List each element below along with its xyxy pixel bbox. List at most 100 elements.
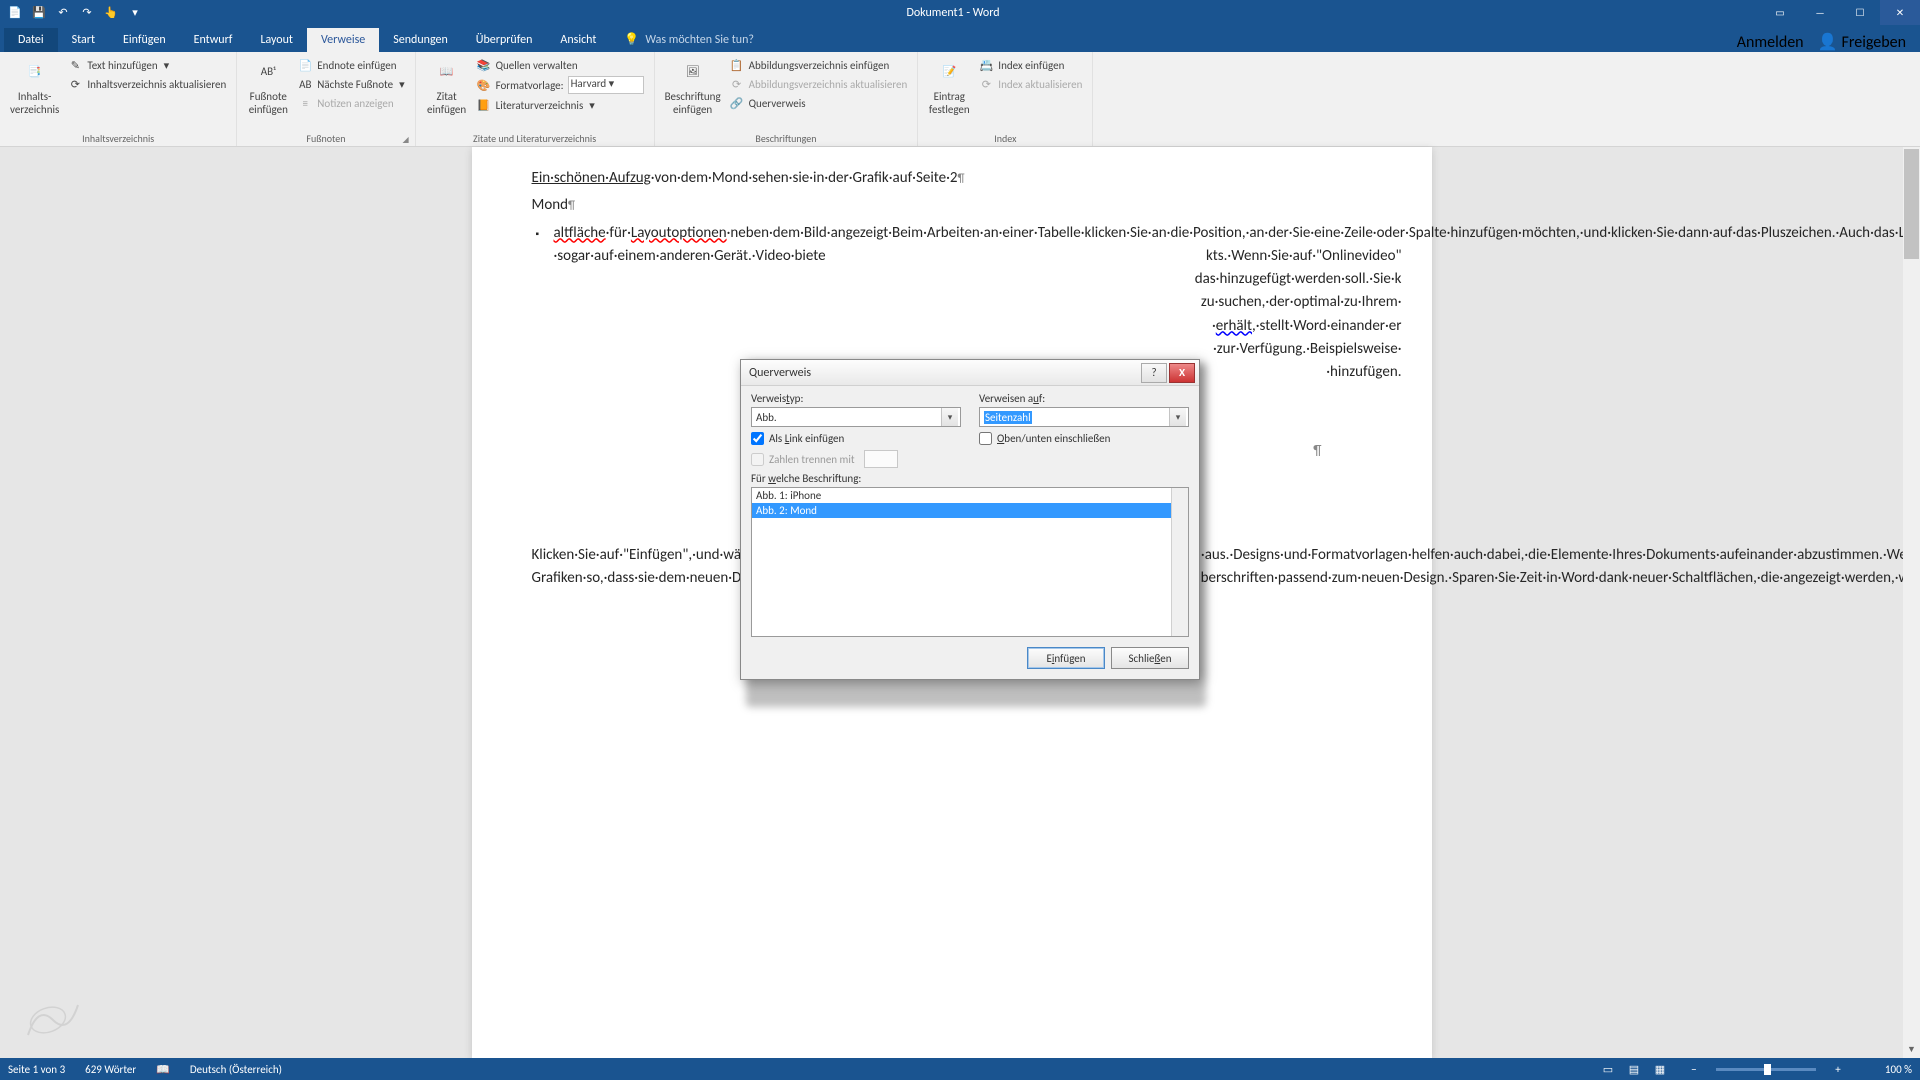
ribbon-mode-icon[interactable]: ▭ xyxy=(1760,0,1800,25)
lightbulb-icon: 💡 xyxy=(624,32,639,47)
next-footnote-button[interactable]: ABNächste Fußnote▾ xyxy=(293,75,408,93)
footnote-icon: AB¹ xyxy=(252,56,284,88)
separator-input xyxy=(864,450,898,468)
zoom-slider[interactable] xyxy=(1716,1068,1816,1071)
close-button[interactable]: ✕ xyxy=(1880,0,1920,25)
tab-references[interactable]: Verweise xyxy=(307,28,379,52)
share-button[interactable]: 👤 Freigeben xyxy=(1818,32,1906,52)
separate-numbers-checkbox: Zahlen trennen mit xyxy=(751,450,961,468)
show-notes-button: ≡Notizen anzeigen xyxy=(293,94,408,112)
qat-redo[interactable]: ↷ xyxy=(76,2,98,24)
qat-undo[interactable]: ↶ xyxy=(52,2,74,24)
aslink-check-input[interactable] xyxy=(751,432,764,445)
footnote-button[interactable]: AB¹ Fußnote einfügen xyxy=(243,54,293,118)
bibliography-button[interactable]: 📙Literaturverzeichnis▾ xyxy=(472,96,648,114)
insert-caption-button[interactable]: 🖼 Beschriftung einfügen xyxy=(661,54,725,118)
tof-icon: 📋 xyxy=(729,57,745,73)
dialog-title: Querverweis xyxy=(749,366,811,380)
add-text-icon: ✎ xyxy=(67,57,83,73)
status-proof-icon[interactable]: 📖 xyxy=(156,1063,170,1076)
index-icon: 📇 xyxy=(978,57,994,73)
update-tof-icon: ⟳ xyxy=(729,76,745,92)
share-icon: 👤 xyxy=(1818,32,1838,52)
close-dialog-button[interactable]: Schließen xyxy=(1111,647,1189,669)
insert-index-button[interactable]: 📇Index einfügen xyxy=(974,56,1086,74)
footnotes-launcher[interactable]: ◢ xyxy=(402,135,408,145)
insertref-select[interactable]: Seitenzahl xyxy=(979,407,1189,427)
window-title: Dokument1 - Word xyxy=(146,6,1760,20)
update-index-button: ⟳Index aktualisieren xyxy=(974,75,1086,93)
tab-layout[interactable]: Layout xyxy=(246,28,307,52)
tab-file[interactable]: Datei xyxy=(4,28,58,52)
tab-mailings[interactable]: Sendungen xyxy=(379,28,462,52)
aslink-checkbox[interactable]: Als Link einfügen xyxy=(751,432,961,445)
separate-numbers-input xyxy=(751,453,764,466)
tab-view[interactable]: Ansicht xyxy=(546,28,610,52)
signin-link[interactable]: Anmelden xyxy=(1737,33,1804,52)
list-item-2[interactable]: Abb. 2: Mond xyxy=(752,503,1188,518)
qat-save[interactable]: 💾 xyxy=(28,2,50,24)
insertref-label: Verweisen auf: xyxy=(979,392,1189,405)
reftype-select[interactable]: Abb. xyxy=(751,407,961,427)
crossref-icon: 🔗 xyxy=(729,95,745,111)
caption-listbox[interactable]: Abb. 1: iPhone Abb. 2: Mond xyxy=(751,487,1189,637)
zoom-out-button[interactable]: − xyxy=(1682,1060,1706,1078)
endnote-button[interactable]: 📄Endnote einfügen xyxy=(293,56,408,74)
abovebelow-checkbox[interactable]: Oben/unten einschließen xyxy=(979,432,1189,445)
sources-icon: 📚 xyxy=(476,57,492,73)
crossref-dialog: Querverweis ? X Verweistyp: Abb. Als Lin… xyxy=(740,359,1200,680)
dialog-close-button[interactable]: X xyxy=(1169,363,1195,383)
update-tof-button: ⟳Abbildungsverzeichnis aktualisieren xyxy=(725,75,912,93)
insert-tof-button[interactable]: 📋Abbildungsverzeichnis einfügen xyxy=(725,56,912,74)
forwhich-label: Für welche Beschriftung: xyxy=(751,472,1189,485)
tab-start[interactable]: Start xyxy=(58,28,109,52)
reftype-label: Verweistyp: xyxy=(751,392,961,405)
mark-entry-button[interactable]: 📝 Eintrag festlegen xyxy=(924,54,974,118)
watermark-icon xyxy=(18,990,88,1050)
tab-insert[interactable]: Einfügen xyxy=(109,28,180,52)
list-item-1[interactable]: Abb. 1: iPhone xyxy=(752,488,1188,503)
paragraph-2: Mond¶ xyxy=(532,194,1372,217)
qat-customize[interactable]: ▾ xyxy=(124,2,146,24)
caption-icon: 🖼 xyxy=(677,56,709,88)
toc-group-label: Inhaltsverzeichnis xyxy=(6,130,230,146)
toc-button[interactable]: 📑 Inhalts- verzeichnis xyxy=(6,54,63,118)
tab-tellme[interactable]: 💡 Was möchten Sie tun? xyxy=(610,27,768,52)
add-text-button[interactable]: ✎Text hinzufügen▾ xyxy=(63,56,230,74)
view-print-icon[interactable]: ▤ xyxy=(1622,1060,1646,1078)
dialog-help-button[interactable]: ? xyxy=(1141,363,1167,383)
next-footnote-icon: AB xyxy=(297,76,313,92)
status-words[interactable]: 629 Wörter xyxy=(85,1063,136,1076)
insert-citation-button[interactable]: 📖 Zitat einfügen xyxy=(422,54,472,118)
zoom-thumb[interactable] xyxy=(1764,1064,1771,1075)
style-dropdown[interactable]: 🎨 Formatvorlage: Harvard ▾ xyxy=(472,75,648,95)
update-toc-button[interactable]: ⟳Inhaltsverzeichnis aktualisieren xyxy=(63,75,230,93)
tab-review[interactable]: Überprüfen xyxy=(462,28,547,52)
maximize-button[interactable]: ☐ xyxy=(1840,0,1880,25)
status-page[interactable]: Seite 1 von 3 xyxy=(8,1063,65,1076)
index-group-label: Index xyxy=(924,130,1086,146)
abovebelow-check-input[interactable] xyxy=(979,432,992,445)
view-web-icon[interactable]: ▦ xyxy=(1648,1060,1672,1078)
scroll-down-icon[interactable]: ▼ xyxy=(1903,1041,1920,1058)
view-read-icon[interactable]: ▭ xyxy=(1596,1060,1620,1078)
captions-group-label: Beschriftungen xyxy=(661,130,912,146)
qat-touch[interactable]: 👆 xyxy=(100,2,122,24)
insert-button[interactable]: Einfügen xyxy=(1027,647,1105,669)
word-icon: 📄 xyxy=(4,2,26,24)
status-language[interactable]: Deutsch (Österreich) xyxy=(190,1063,282,1076)
update-icon: ⟳ xyxy=(67,76,83,92)
citation-icon: 📖 xyxy=(431,56,463,88)
zoom-level[interactable]: 100 % xyxy=(1862,1063,1912,1076)
crossref-button[interactable]: 🔗Querverweis xyxy=(725,94,912,112)
endnote-icon: 📄 xyxy=(297,57,313,73)
vertical-scrollbar[interactable]: ▲ ▼ xyxy=(1903,147,1920,1058)
tab-design[interactable]: Entwurf xyxy=(180,28,247,52)
citations-group-label: Zitate und Literaturverzeichnis xyxy=(422,130,648,146)
minimize-button[interactable]: — xyxy=(1800,0,1840,25)
toc-icon: 📑 xyxy=(19,56,51,88)
scroll-thumb[interactable] xyxy=(1904,149,1919,259)
manage-sources-button[interactable]: 📚Quellen verwalten xyxy=(472,56,648,74)
zoom-in-button[interactable]: + xyxy=(1826,1060,1850,1078)
mark-entry-icon: 📝 xyxy=(933,56,965,88)
